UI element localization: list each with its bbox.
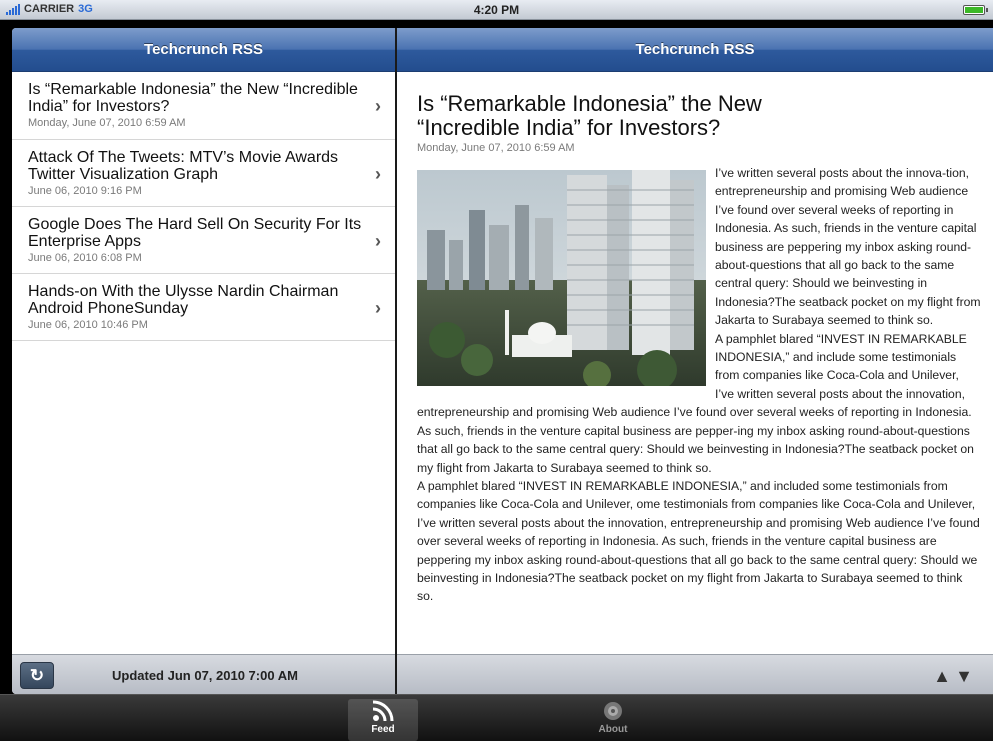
chevron-right-icon: › (375, 231, 381, 251)
article-photo (417, 170, 706, 386)
detail-navbar: Techcrunch RSS (397, 28, 993, 72)
chevron-right-icon: › (375, 96, 381, 116)
feed-item-title: Is “Remarkable Indonesia” the New “Incre… (28, 81, 358, 115)
rss-icon (348, 699, 418, 723)
feed-item-date: June 06, 2010 10:46 PM (28, 319, 148, 331)
about-icon (578, 699, 648, 723)
list-item[interactable]: Is “Remarkable Indonesia” the New “Incre… (12, 72, 395, 140)
feed-item-date: June 06, 2010 9:16 PM (28, 185, 142, 197)
list-item[interactable]: Google Does The Hard Sell On Security Fo… (12, 207, 395, 274)
detail-pane: Techcrunch RSS Is “Remarkable Indonesia”… (397, 28, 993, 694)
arrow-up-icon[interactable]: ▲ (933, 666, 951, 687)
article-headline: Is “Remarkable Indonesia” the New “Incre… (417, 91, 762, 140)
feed-list: Is “Remarkable Indonesia” the New “Incre… (12, 72, 395, 341)
battery-icon (963, 5, 988, 15)
detail-toolbar: ▲ ▼ (397, 654, 993, 694)
master-navbar: Techcrunch RSS (12, 28, 395, 72)
list-item[interactable]: Hands-on With the Ulysse Nardin Chairman… (12, 274, 395, 341)
tab-feed[interactable]: Feed (348, 699, 418, 741)
refresh-icon: ↻ (29, 665, 45, 685)
article-body: I’ve written several posts about the inn… (417, 164, 981, 606)
feed-item-title: Google Does The Hard Sell On Security Fo… (28, 216, 362, 250)
article-paragraph: A pamphlet blared “INVEST IN REMARKABLE … (417, 478, 980, 604)
tab-label: Feed (371, 724, 395, 735)
list-item[interactable]: Attack Of The Tweets: MTV’s Movie Awards… (12, 140, 395, 207)
tab-label: About (598, 724, 628, 735)
feed-item-date: Monday, June 07, 2010 6:59 AM (28, 117, 186, 129)
status-time: 4:20 PM (473, 3, 520, 17)
article: Is “Remarkable Indonesia” the New “Incre… (397, 72, 993, 654)
detail-title: Techcrunch RSS (635, 41, 755, 58)
tab-about[interactable]: About (578, 699, 648, 741)
updated-label: Updated Jun 07, 2010 7:00 AM (112, 668, 298, 683)
master-pane: Techcrunch RSS Is “Remarkable Indonesia”… (12, 28, 395, 694)
feed-item-date: June 06, 2010 6:08 PM (28, 252, 142, 264)
article-date: Monday, June 07, 2010 6:59 AM (417, 142, 575, 154)
feed-item-title: Hands-on With the Ulysse Nardin Chairman… (28, 283, 339, 317)
status-bar: CARRIER 3G 4:20 PM (0, 0, 993, 20)
master-title: Techcrunch RSS (144, 41, 263, 58)
master-toolbar: ↻ Updated Jun 07, 2010 7:00 AM (12, 654, 395, 694)
refresh-button[interactable]: ↻ (20, 662, 54, 689)
feed-item-title: Attack Of The Tweets: MTV’s Movie Awards… (28, 149, 339, 183)
arrow-down-icon[interactable]: ▼ (955, 666, 973, 687)
tab-bar: Feed About (0, 694, 993, 741)
chevron-right-icon: › (375, 164, 381, 184)
chevron-right-icon: › (375, 298, 381, 318)
